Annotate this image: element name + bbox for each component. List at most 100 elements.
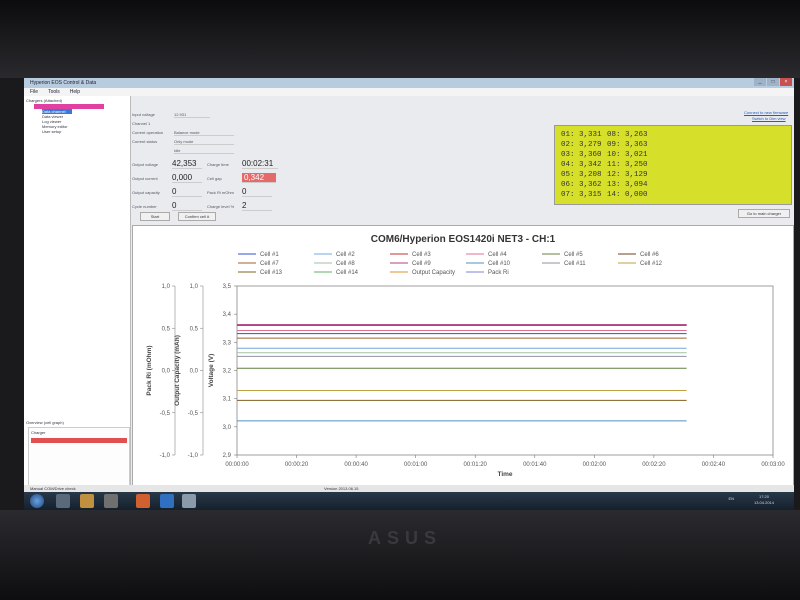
legend-label: Cell #4	[488, 252, 507, 258]
taskbar-app-icon[interactable]	[56, 494, 70, 508]
channel-label: Channel 1	[132, 121, 151, 126]
cell-gap-label: Cell gap	[207, 176, 222, 181]
start-orb-icon[interactable]	[30, 494, 44, 508]
cell-voltage-row: 03: 3,360	[561, 151, 602, 159]
clock-date: 13.04.2014	[753, 500, 774, 505]
output-voltage-label: Output voltage	[132, 162, 159, 167]
x-tick-label: 00:00:00	[225, 462, 249, 468]
current-operation-value: Balance mode	[174, 130, 234, 136]
tray-clock[interactable]: 17:20 13.04.2014	[754, 494, 774, 506]
legend-label: Cell #11	[564, 261, 586, 267]
maximize-button[interactable]: □	[767, 78, 779, 86]
cell-voltage-row: 14: 0,000	[607, 191, 648, 199]
charge-level-label: Charge level %	[207, 204, 235, 209]
legend-label: Cell #5	[564, 252, 583, 258]
cell-voltages-panel: 01: 3,331 02: 3,279 03: 3,360 04: 3,342 …	[554, 125, 792, 205]
cell-voltage-row: 06: 3,362	[561, 181, 602, 189]
cell-gap-value: 0,342	[242, 173, 276, 183]
cell-voltage-row: 07: 3,315	[561, 191, 602, 199]
taskbar: EN 17:20 13.04.2014	[24, 492, 794, 510]
chart-panel: COM6/Hyperion EOS1420i NET3 - CH:1 Cell #…	[132, 225, 794, 492]
menu-bar: File Tools Help	[24, 88, 794, 96]
charger-list-selected-row[interactable]	[31, 438, 127, 443]
current-status-label: Current status	[132, 139, 158, 144]
monitor-bezel-top	[0, 0, 800, 78]
monitor-logo: ASUS	[368, 528, 443, 548]
screen: Hyperion EOS Control & Data _ □ × File T…	[24, 78, 794, 510]
status-bar: Manual COM/Drive check Version 2013.06.1…	[24, 485, 794, 492]
aux-tick-label: -1,0	[160, 453, 171, 459]
legend-label: Cell #1	[260, 252, 279, 258]
tray-language[interactable]: EN	[728, 496, 734, 501]
firmware-link[interactable]: Connect to new firmware	[744, 110, 788, 115]
charger-list-header: Charger	[31, 430, 46, 435]
voltage-tick-label: 3,3	[223, 340, 232, 346]
cell-voltage-row: 09: 3,363	[607, 141, 648, 149]
aux-tick-label: 1,0	[162, 284, 171, 290]
cycle-number-label: Cycle number	[132, 204, 157, 209]
goto-main-charger-button[interactable]: Go to main charger	[738, 209, 790, 218]
chart-title: COM6/Hyperion EOS1420i NET3 - CH:1	[371, 234, 556, 245]
folder-icon[interactable]	[80, 494, 94, 508]
charger-app-icon[interactable]	[182, 494, 196, 508]
cell-voltage-row: 05: 3,208	[561, 171, 602, 179]
legend-label: Pack Ri	[488, 270, 509, 276]
x-axis-label: Time	[497, 471, 512, 478]
legend-label: Cell #2	[336, 252, 355, 258]
confirm-cell-button[interactable]: Confirm cell #	[178, 212, 216, 221]
cell-voltage-row: 10: 3,021	[607, 151, 648, 159]
media-icon[interactable]	[104, 494, 118, 508]
monitor-bezel-bottom	[0, 510, 800, 600]
charge-level-value: 2	[242, 201, 272, 211]
close-button[interactable]: ×	[780, 78, 792, 86]
legend-label: Cell #14	[336, 270, 359, 276]
cycle-number-value: 0	[172, 201, 202, 211]
voltage-axis-label: Voltage (V)	[208, 354, 215, 387]
dim-view-link[interactable]: Switch to Dim view	[752, 116, 786, 121]
output-current-label: Output current	[132, 176, 158, 181]
aux-tick-label: 0,0	[190, 369, 199, 375]
cell-voltage-row: 08: 3,263	[607, 131, 648, 139]
output-voltage-value: 42,353	[172, 159, 202, 169]
input-voltage-value: 12.931	[174, 112, 210, 118]
x-tick-label: 00:00:40	[344, 462, 368, 468]
pack-ri-axis-label: Pack Ri (mOhm)	[146, 345, 153, 395]
cell-voltage-row: 12: 3,129	[607, 171, 648, 179]
cell-voltages-right-column: 08: 3,263 09: 3,363 10: 3,021 11: 3,250 …	[607, 130, 648, 200]
cell-voltage-row: 02: 3,279	[561, 141, 602, 149]
menu-tools[interactable]: Tools	[48, 88, 60, 96]
output-current-value: 0,000	[172, 173, 202, 183]
current-operation-label: Current operation	[132, 130, 164, 135]
voltage-tick-label: 3,5	[223, 284, 232, 290]
menu-help[interactable]: Help	[70, 88, 80, 96]
ie-icon[interactable]	[160, 494, 174, 508]
voltage-chart: COM6/Hyperion EOS1420i NET3 - CH:1 Cell #…	[146, 234, 785, 478]
voltage-tick-label: 3,0	[223, 425, 232, 431]
legend-label: Cell #8	[336, 261, 355, 267]
lower-panel-title: Overview (cell graph)	[26, 420, 64, 425]
menu-file[interactable]: File	[30, 88, 38, 96]
x-tick-label: 00:03:00	[761, 462, 785, 468]
voltage-tick-label: 2,9	[223, 453, 232, 459]
charge-time-value: 00:02:31	[242, 159, 278, 169]
legend-label: Cell #3	[412, 252, 431, 258]
x-tick-label: 00:02:40	[702, 462, 726, 468]
tree-item-user-setup[interactable]: User setup	[42, 129, 104, 134]
start-button[interactable]: Start	[140, 212, 170, 221]
charger-tree-panel: Chargers (Attached) Data channel Data vi…	[24, 96, 131, 495]
x-tick-label: 00:01:40	[523, 462, 547, 468]
charge-time-label: Charge time	[207, 162, 229, 167]
legend-label: Cell #6	[640, 252, 659, 258]
input-voltage-label: Input voltage	[132, 112, 155, 117]
x-tick-label: 00:02:00	[583, 462, 607, 468]
x-tick-label: 00:02:20	[642, 462, 666, 468]
firefox-icon[interactable]	[136, 494, 150, 508]
aux-tick-label: 1,0	[190, 284, 199, 290]
current-status-value-2: Idle	[174, 148, 234, 154]
legend-label: Cell #7	[260, 261, 279, 267]
x-tick-label: 00:01:20	[464, 462, 488, 468]
minimize-button[interactable]: _	[754, 78, 766, 86]
aux-tick-label: -0,5	[188, 411, 199, 417]
aux-tick-label: -1,0	[188, 453, 199, 459]
tree-header: Chargers (Attached)	[26, 98, 63, 103]
